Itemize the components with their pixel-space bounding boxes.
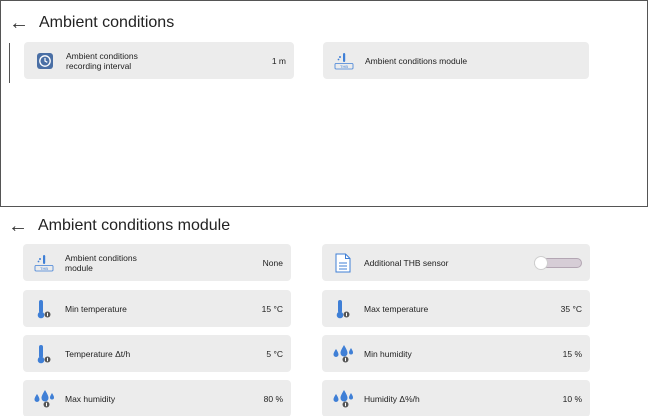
tile-value: 80 % xyxy=(263,393,283,404)
tile-value: 1 m xyxy=(271,55,286,66)
tile-value: 15 % xyxy=(562,348,582,359)
recording-interval-tile[interactable]: Ambient conditions recording interval 1 … xyxy=(24,42,294,79)
humidity-delta-tile[interactable]: Humidity Δ%/h 10 % xyxy=(322,380,590,416)
tile-value: 10 % xyxy=(562,393,582,404)
thb-sensor-toggle[interactable] xyxy=(534,255,582,270)
additional-thb-sensor-tile[interactable]: Additional THB sensor xyxy=(322,244,590,281)
module-select-tile[interactable]: THB Ambient conditions module None xyxy=(23,244,291,281)
ambient-module-panel: ← Ambient conditions module THB Ambient … xyxy=(0,206,648,416)
clock-icon xyxy=(34,50,56,72)
toggle-knob xyxy=(534,255,548,270)
tile-value: 15 °C xyxy=(261,303,283,314)
panel-divider xyxy=(9,43,10,83)
tile-label: Max temperature xyxy=(364,303,429,314)
tile-label: Min humidity xyxy=(364,348,412,359)
back-arrow-icon[interactable]: ← xyxy=(8,216,32,236)
min-temperature-tile[interactable]: Min temperature 15 °C xyxy=(23,290,291,327)
tile-label: Min temperature xyxy=(65,303,127,314)
thermometer-icon xyxy=(33,343,55,365)
header: ← Ambient conditions xyxy=(9,11,174,35)
humidity-drops-icon xyxy=(332,343,354,365)
svg-text:THB: THB xyxy=(40,266,48,271)
header: ← Ambient conditions module xyxy=(8,214,230,238)
tile-label: Humidity Δ%/h xyxy=(364,393,420,404)
ambient-conditions-panel: ← Ambient conditions Ambient conditions … xyxy=(0,0,648,206)
tile-value: None xyxy=(262,257,283,268)
tile-value: 35 °C xyxy=(560,303,582,314)
humidity-drops-icon xyxy=(332,388,354,410)
back-arrow-icon[interactable]: ← xyxy=(9,13,33,33)
page-title: Ambient conditions module xyxy=(38,217,231,234)
page-title: Ambient conditions xyxy=(39,14,175,31)
tile-value: 5 °C xyxy=(266,348,283,359)
svg-text:THB: THB xyxy=(340,64,348,69)
humidity-drops-icon xyxy=(33,388,55,410)
temperature-delta-tile[interactable]: Temperature Δt/h 5 °C xyxy=(23,335,291,372)
tile-label: Ambient conditions module xyxy=(65,252,137,273)
tile-label: Ambient conditions recording interval xyxy=(66,50,138,71)
tile-label: Additional THB sensor xyxy=(364,257,449,268)
min-humidity-tile[interactable]: Min humidity 15 % xyxy=(322,335,590,372)
thermometer-icon xyxy=(332,298,354,320)
thermometer-icon xyxy=(33,298,55,320)
thb-module-icon: THB xyxy=(33,252,55,274)
ambient-module-tile[interactable]: THB Ambient conditions module xyxy=(323,42,589,79)
max-humidity-tile[interactable]: Max humidity 80 % xyxy=(23,380,291,416)
tile-label: Max humidity xyxy=(65,393,116,404)
max-temperature-tile[interactable]: Max temperature 35 °C xyxy=(322,290,590,327)
thb-module-icon: THB xyxy=(333,50,355,72)
document-icon xyxy=(332,252,354,274)
tile-label: Ambient conditions module xyxy=(365,55,468,66)
tile-label: Temperature Δt/h xyxy=(65,348,131,359)
